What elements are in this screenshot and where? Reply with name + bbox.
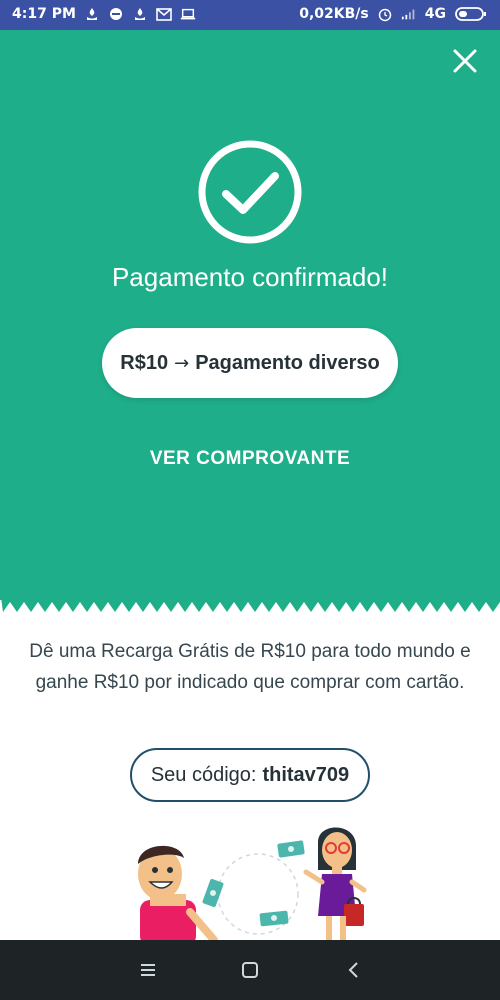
menu-icon [141, 964, 155, 976]
money-bill-icon [202, 878, 224, 908]
alarm-icon [377, 6, 393, 22]
arrow-icon: → [174, 352, 190, 374]
woman-figure-icon [303, 827, 367, 942]
confirmation-panel [0, 30, 500, 600]
promo-text: Dê uma Recarga Grátis de R$10 para todo … [29, 641, 471, 693]
payment-amount: R$10 [120, 351, 169, 374]
status-bar: 4:17 PM 0,02KB/s 4G [0, 0, 500, 30]
blocked-icon [108, 6, 124, 22]
santander-icon [132, 6, 148, 22]
mail-icon [156, 6, 172, 22]
menu-button[interactable] [136, 958, 160, 982]
network-speed: 0,02KB/s [299, 6, 369, 22]
referral-code-button[interactable]: Seu código: thitav709 [130, 748, 370, 802]
home-icon [242, 962, 258, 978]
close-icon [453, 49, 477, 73]
referral-code-label: Seu código: [150, 763, 257, 786]
navigation-bar [0, 940, 500, 1000]
zigzag-divider [0, 590, 500, 612]
man-figure-icon [138, 845, 218, 942]
payment-description: Pagamento diverso [195, 351, 380, 374]
home-button[interactable] [238, 958, 262, 982]
laptop-icon [180, 6, 196, 22]
back-button[interactable] [342, 958, 366, 982]
money-bill-icon [277, 840, 305, 858]
view-receipt-link[interactable]: VER COMPROVANTE [0, 448, 500, 470]
back-icon [348, 962, 358, 978]
page-title: Pagamento confirmado! [111, 262, 389, 292]
close-button[interactable] [452, 48, 478, 74]
status-time: 4:17 PM [12, 6, 76, 22]
referral-illustration [138, 827, 367, 942]
network-type: 4G [424, 6, 446, 22]
success-check-icon [196, 138, 304, 246]
payment-summary[interactable]: R$10 → Pagamento diverso [102, 328, 398, 398]
battery-icon [454, 6, 488, 22]
santander-icon [84, 6, 100, 22]
signal-icon [401, 6, 417, 22]
referral-code-value: thitav709 [262, 763, 350, 786]
